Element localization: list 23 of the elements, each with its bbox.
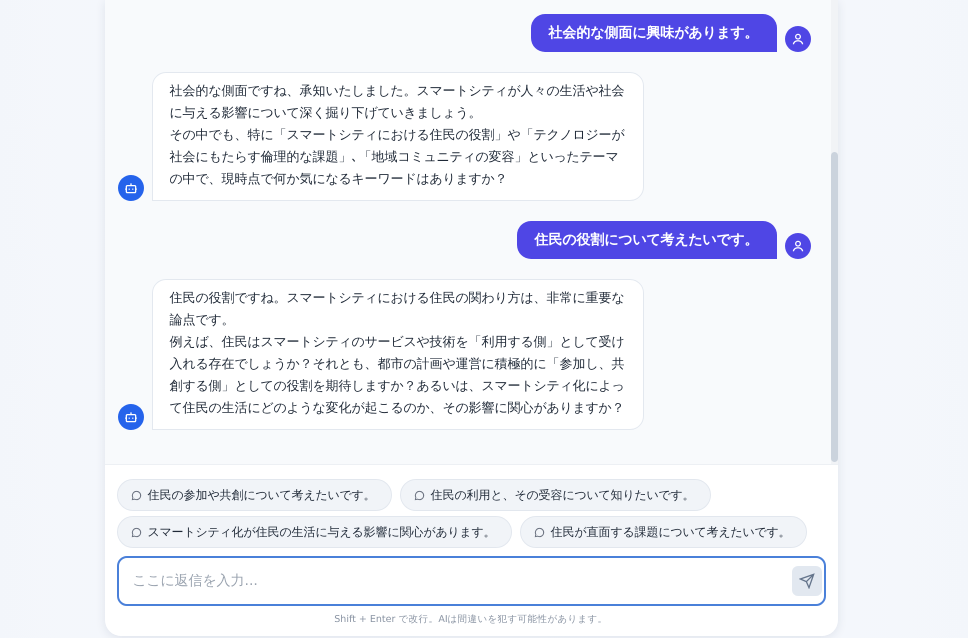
- scrollbar-thumb[interactable]: [830, 152, 838, 462]
- send-button[interactable]: [792, 566, 822, 596]
- robot-icon: [124, 181, 138, 195]
- message-text: 社会的な側面に興味があります。: [548, 24, 758, 43]
- suggestion-chip[interactable]: 住民の参加や共創について考えたいです。: [116, 479, 392, 511]
- disclaimer-text: Shift + Enter で改行。AIは間違いを犯す可能性があります。: [333, 613, 609, 626]
- suggestion-chip[interactable]: スマートシティ化が住民の生活に与える影響に関心があります。: [116, 516, 512, 548]
- send-icon: [798, 573, 814, 589]
- speech-bubble-icon: [534, 526, 544, 538]
- reply-input-field[interactable]: ここに返信を入力...: [116, 556, 826, 606]
- message-text: 住民の役割ですね。スマートシティにおける住民の関わり方は、非常に重要な論点です。: [170, 290, 626, 330]
- speech-bubble-icon: [130, 490, 142, 500]
- message-text: 例えば、住民はスマートシティのサービスや技術を「利用する側」として受け入れる存在でしょうか？それとも、都市の計画や運営に積極的に「参加し、共創する側」としての役割を期待しますか？あるいは、スマートシティ化によって住民の生活にどのような変化が起こるのか、その影響に関心がありますか？: [170, 334, 626, 418]
- suggestion-chip[interactable]: 住民が直面する課題について考えたいです。: [520, 516, 806, 548]
- speech-bubble-icon: [130, 526, 142, 538]
- message-text: 住民の役割について考えたいです。: [534, 231, 758, 250]
- user-icon: [790, 239, 804, 253]
- robot-icon: [124, 410, 138, 424]
- message-text: 社会的な側面ですね、承知いたしました。スマートシティが人々の生活や社会に与える影響について深く掘り下げていきましょう。: [170, 83, 626, 123]
- suggestion-chip[interactable]: 住民の利用と、その受容について知りたいです。: [400, 479, 710, 511]
- message-text: その中でも、特に「スマートシティにおける住民の役割」や「テクノロジーが社会にもたらす倫理的な課題」､「地域コミュニティの変容」といったテーマの中で、現時点で何か気になるキーワードはありますか？: [170, 127, 626, 189]
- speech-bubble-icon: [414, 490, 424, 500]
- user-icon: [790, 32, 804, 46]
